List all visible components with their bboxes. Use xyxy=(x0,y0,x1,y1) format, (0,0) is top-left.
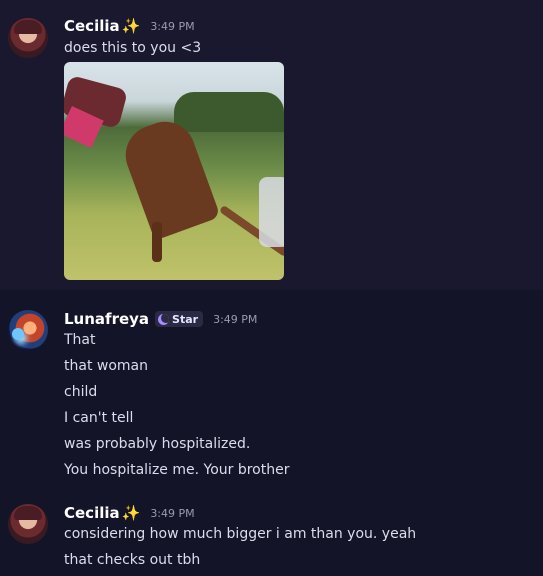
message-text: You hospitalize me. Your brother xyxy=(64,462,290,478)
timestamp[interactable]: 3:49 PM xyxy=(213,313,257,326)
message-text: That xyxy=(64,332,96,348)
message-group-cecilia-2[interactable]: Cecilia ✨ 3:49 PM considering how much b… xyxy=(0,490,543,576)
message-text: I can't tell xyxy=(64,410,134,426)
timestamp[interactable]: 3:49 PM xyxy=(150,20,194,33)
message-group-lunafreya[interactable]: Lunafreya Star 3:49 PM That that woman c… xyxy=(0,290,543,490)
message-header: Cecilia ✨ 3:49 PM xyxy=(64,503,195,523)
message-text: does this to you <3 xyxy=(64,40,202,56)
message-text: that checks out tbh xyxy=(64,552,201,568)
sparkle-icon: ✨ xyxy=(121,504,141,522)
avatar[interactable] xyxy=(8,504,48,544)
username[interactable]: Lunafreya xyxy=(64,310,149,328)
username[interactable]: Cecilia xyxy=(64,17,120,35)
message-header: Lunafreya Star 3:49 PM xyxy=(64,309,257,329)
message-text: considering how much bigger i am than yo… xyxy=(64,526,417,542)
message-text: was probably hospitalized. xyxy=(64,436,251,452)
message-group-cecilia-1[interactable]: Cecilia ✨ 3:49 PM does this to you <3 xyxy=(0,0,543,290)
image-trees xyxy=(174,92,284,132)
image-blurred-figure xyxy=(259,177,284,247)
username[interactable]: Cecilia xyxy=(64,504,120,522)
sparkle-icon: ✨ xyxy=(121,17,141,35)
timestamp[interactable]: 3:49 PM xyxy=(150,507,194,520)
star-badge[interactable]: Star xyxy=(155,311,204,327)
avatar[interactable] xyxy=(8,18,48,58)
gif-attachment[interactable] xyxy=(64,62,284,280)
avatar[interactable] xyxy=(8,310,48,350)
moon-icon xyxy=(158,313,170,325)
image-horse-leg xyxy=(152,222,162,262)
message-header: Cecilia ✨ 3:49 PM xyxy=(64,16,195,36)
image-horse xyxy=(117,113,221,241)
message-text: child xyxy=(64,384,98,400)
message-text: that woman xyxy=(64,358,148,374)
badge-label: Star xyxy=(172,312,199,326)
